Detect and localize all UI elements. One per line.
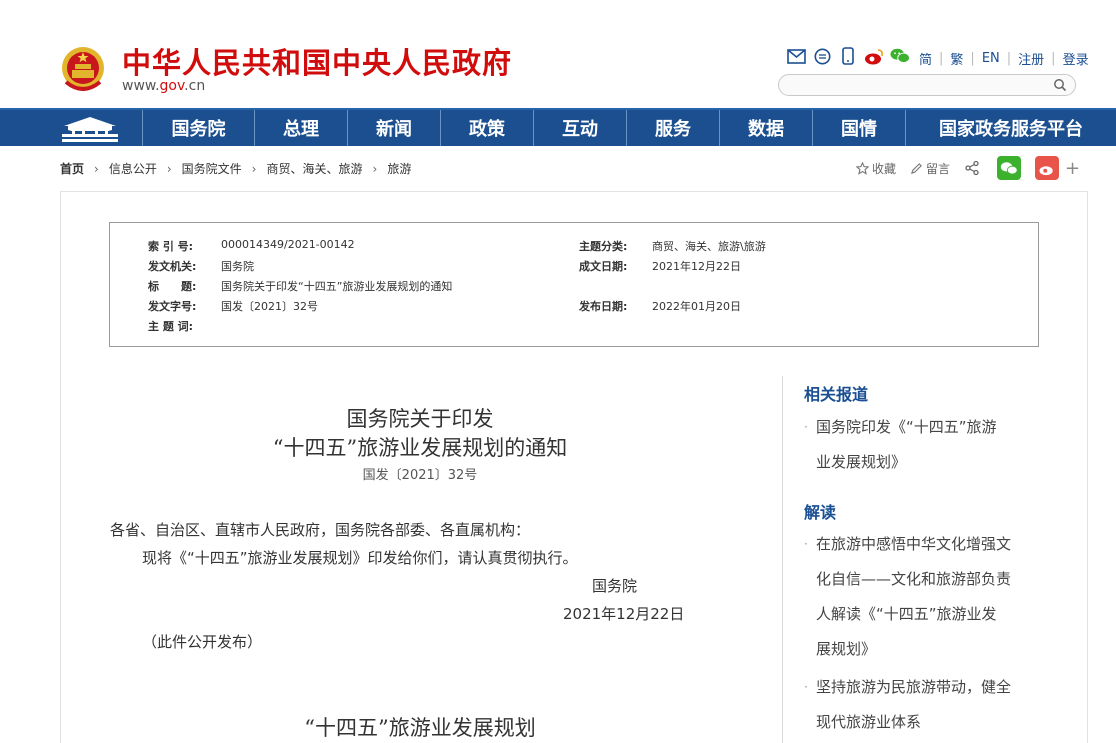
nav-item-premier[interactable]: 总理 — [254, 110, 347, 146]
nav-item-news[interactable]: 新闻 — [347, 110, 440, 146]
meta-keywords-label: 主 题 词: — [148, 320, 194, 333]
bullet-dot: · — [804, 537, 808, 551]
article-tools: 收藏 留言 + — [856, 156, 1080, 180]
meta-published-label: 发布日期: — [579, 300, 628, 313]
main-nav: 国务院 总理 新闻 政策 互动 服务 数据 国情 国家政务服务平台 — [0, 108, 1116, 146]
interpretation-link-line: 现代旅游业体系 — [816, 713, 922, 731]
chat-bubble-icon[interactable] — [812, 47, 832, 65]
related-link[interactable]: · 国务院印发《“十四五”旅游 业发展规划》 — [804, 410, 1034, 480]
meta-subject-label: 主题分类: — [579, 240, 628, 253]
article-title-line2: “十四五”旅游业发展规划的通知 — [272, 436, 568, 460]
site-title[interactable]: 中华人民共和国中央人民政府 — [122, 40, 512, 82]
link-register[interactable]: 注册 — [1011, 49, 1051, 68]
link-simplified[interactable]: 简 — [912, 49, 939, 68]
interpretation-link-line: 在旅游中感悟中华文化增强文 — [816, 535, 1012, 553]
site-header: 中华人民共和国中央人民政府 www.gov.cn 简 | 繁 | EN | 注册 | 登… — [0, 0, 1116, 108]
interpretation-link-line: 展规划》 — [816, 640, 877, 658]
interpretation-link[interactable]: · 坚持旅游为民旅游带动，健全 现代旅游业体系 — [804, 670, 1034, 740]
top-links: 简 | 繁 | EN | 注册 | 登录 — [912, 49, 1096, 68]
star-icon — [856, 161, 869, 175]
bullet-dot: · — [804, 680, 808, 694]
article-title-line1: 国务院关于印发 — [346, 407, 494, 431]
chevron-right-icon: › — [94, 161, 99, 176]
search-box — [778, 74, 1076, 96]
site-url[interactable]: www.gov.cn — [122, 78, 205, 94]
article-subtitle: “十四五”旅游业发展规划 — [304, 716, 536, 740]
share-icon — [965, 160, 979, 176]
column-divider — [782, 376, 783, 743]
wechat-share-icon[interactable] — [997, 156, 1022, 180]
meta-title-value: 国务院关于印发“十四五”旅游业发展规划的通知 — [221, 280, 453, 293]
chevron-right-icon: › — [166, 161, 172, 176]
meta-docno-label: 发文字号: — [148, 300, 197, 313]
weibo-share-icon[interactable] — [1035, 156, 1060, 180]
interpretation-link-line: 化自信——文化和旅游部负责 — [816, 570, 1012, 588]
meta-docno-value: 国发〔2021〕32号 — [221, 300, 318, 313]
article-doc-number: 国发〔2021〕32号 — [362, 468, 478, 483]
breadcrumb-state-council-docs[interactable]: 国务院文件 — [182, 160, 242, 177]
interpretation-link-line: 坚持旅游为民旅游带动，健全 — [816, 678, 1012, 696]
article-note: （此件公开发布） — [142, 633, 263, 651]
share-button[interactable] — [964, 160, 983, 176]
meta-written-value: 2021年12月22日 — [652, 260, 741, 273]
related-link-line: 国务院印发《“十四五”旅游 — [816, 418, 997, 436]
meta-issuer-label: 发文机关: — [148, 260, 197, 273]
related-reports-heading: 相关报道 — [804, 385, 869, 404]
chevron-right-icon: › — [251, 161, 257, 176]
url-domain: gov — [159, 78, 185, 94]
bullet-dot: · — [804, 420, 808, 434]
search-input[interactable] — [789, 76, 1049, 96]
meta-index-label: 索 引 号: — [148, 240, 194, 253]
meta-published-value: 2022年01月20日 — [652, 300, 741, 313]
nav-item-data[interactable]: 数据 — [719, 110, 812, 146]
article-paragraph: 现将《“十四五”旅游业发展规划》印发给你们，请认真贯彻执行。 — [142, 549, 578, 567]
nav-item-interaction[interactable]: 互动 — [533, 110, 626, 146]
more-share-icon[interactable]: + — [1065, 158, 1080, 179]
article-salutation: 各省、自治区、直辖市人民政府，国务院各部委、各直属机构： — [110, 521, 531, 539]
breadcrumb-home[interactable]: 首页 — [60, 160, 84, 177]
breadcrumb-info-public[interactable]: 信息公开 — [109, 160, 157, 177]
related-link-line: 业发展规划》 — [816, 453, 907, 471]
meta-index-value: 000014349/2021-00142 — [221, 238, 355, 251]
link-login[interactable]: 登录 — [1056, 49, 1096, 68]
interpretation-link-line: 人解读《“十四五”旅游业发 — [816, 605, 997, 623]
meta-written-label: 成文日期: — [579, 260, 628, 273]
article-date: 2021年12月22日 — [563, 605, 685, 623]
meta-issuer-value: 国务院 — [221, 260, 254, 273]
nav-item-policy[interactable]: 政策 — [440, 110, 533, 146]
wechat-icon[interactable] — [890, 47, 910, 65]
top-icon-bar — [786, 47, 910, 65]
meta-subject-value: 商贸、海关、旅游\旅游 — [652, 240, 766, 253]
chevron-right-icon: › — [372, 161, 378, 176]
meta-title-label: 标 题: — [148, 280, 197, 293]
nav-item-national-info[interactable]: 国情 — [812, 110, 905, 146]
mail-icon[interactable] — [786, 47, 806, 65]
tiananmen-home-icon[interactable] — [58, 114, 122, 144]
breadcrumb-commerce[interactable]: 商贸、海关、旅游 — [266, 160, 362, 177]
link-english[interactable]: EN — [975, 51, 1007, 66]
national-emblem-icon[interactable] — [60, 44, 106, 94]
mobile-icon[interactable] — [838, 47, 858, 65]
breadcrumb-tourism[interactable]: 旅游 — [387, 160, 411, 177]
comment-button[interactable]: 留言 — [910, 160, 950, 177]
interpretation-link[interactable]: · 在旅游中感悟中华文化增强文 化自信——文化和旅游部负责 人解读《“十四五”旅… — [804, 527, 1034, 667]
nav-items: 国务院 总理 新闻 政策 互动 服务 数据 国情 国家政务服务平台 — [142, 110, 1116, 146]
article-signature: 国务院 — [592, 577, 638, 595]
link-traditional[interactable]: 繁 — [943, 49, 970, 68]
document-meta-table: 索 引 号: 000014349/2021-00142 主题分类: 商贸、海关、… — [109, 222, 1039, 347]
comment-label: 留言 — [926, 161, 951, 176]
url-suffix: .cn — [184, 78, 206, 94]
interpretation-heading: 解读 — [804, 503, 837, 522]
url-prefix: www. — [122, 78, 160, 94]
search-icon[interactable] — [1053, 78, 1067, 92]
pencil-icon — [910, 162, 922, 174]
nav-item-state-council[interactable]: 国务院 — [142, 110, 254, 146]
nav-item-service[interactable]: 服务 — [626, 110, 719, 146]
favorite-button[interactable]: 收藏 — [856, 160, 896, 177]
breadcrumb: 首页 › 信息公开 › 国务院文件 › 商贸、海关、旅游 › 旅游 — [60, 160, 411, 177]
nav-item-gov-service-platform[interactable]: 国家政务服务平台 — [905, 110, 1116, 146]
weibo-icon[interactable] — [864, 47, 884, 65]
favorite-label: 收藏 — [872, 161, 897, 176]
